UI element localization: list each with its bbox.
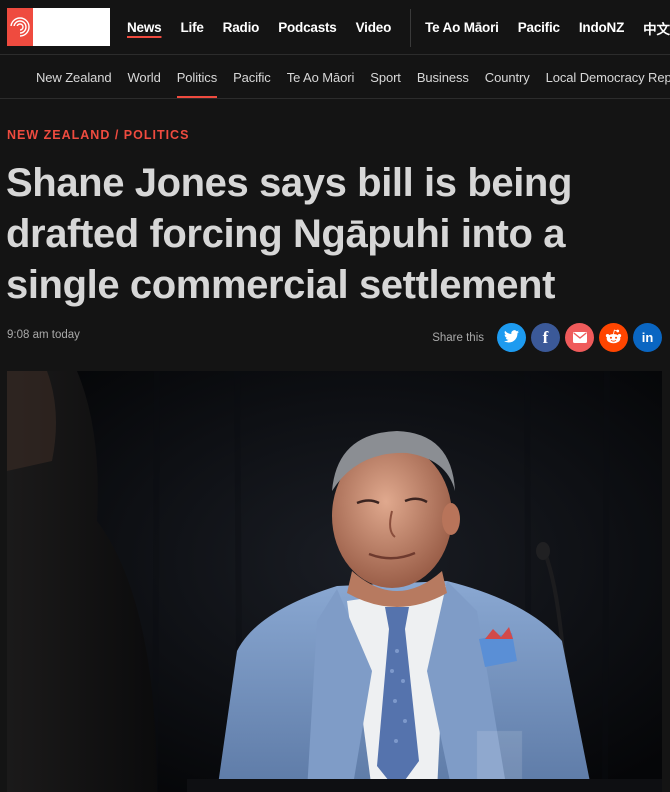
nav-life[interactable]: Life: [180, 20, 203, 35]
top-bar: News Life Radio Podcasts Video Te Ao Māo…: [0, 0, 670, 55]
rnz-logo-icon: [7, 8, 33, 46]
email-icon: [572, 330, 587, 346]
nav-news[interactable]: News: [127, 20, 162, 35]
nav-divider: [410, 8, 412, 47]
subnav-sport[interactable]: Sport: [370, 56, 401, 98]
subnav-local-democracy[interactable]: Local Democracy Reporting: [546, 56, 670, 98]
facebook-icon: f: [542, 327, 549, 347]
subnav-business[interactable]: Business: [417, 56, 469, 98]
hero-photo-shane-jones: [7, 371, 662, 792]
nav-radio[interactable]: Radio: [223, 20, 260, 35]
subnav-pacific[interactable]: Pacific: [233, 56, 271, 98]
subnav-new-zealand[interactable]: New Zealand: [36, 56, 112, 98]
subnav-country[interactable]: Country: [485, 56, 530, 98]
share-twitter-button[interactable]: [497, 323, 526, 352]
subnav-te-ao-maori[interactable]: Te Ao Māori: [287, 56, 355, 98]
share-linkedin-button[interactable]: in: [633, 323, 662, 352]
linkedin-icon: in: [641, 330, 654, 345]
share-reddit-button[interactable]: [599, 323, 628, 352]
article-kicker[interactable]: NEW ZEALAND / POLITICS: [7, 128, 189, 142]
rnz-logo[interactable]: [7, 8, 110, 46]
article-headline: Shane Jones says bill is being drafted f…: [6, 161, 572, 307]
share-label: Share this: [432, 331, 484, 344]
share-email-button[interactable]: [565, 323, 594, 352]
reddit-icon: [605, 329, 622, 347]
section-nav: New Zealand World Politics Pacific Te Ao…: [0, 56, 670, 99]
nav-video[interactable]: Video: [356, 20, 392, 35]
primary-nav: News Life Radio Podcasts Video Te Ao Māo…: [127, 0, 670, 55]
nav-te-ao-maori[interactable]: Te Ao Māori: [425, 20, 499, 35]
nav-podcasts[interactable]: Podcasts: [278, 20, 337, 35]
nav-pacific[interactable]: Pacific: [518, 20, 560, 35]
article-timestamp: 9:08 am today: [7, 329, 80, 341]
share-facebook-button[interactable]: f: [531, 323, 560, 352]
subnav-world[interactable]: World: [128, 56, 161, 98]
twitter-icon: [504, 329, 519, 346]
nav-indonz[interactable]: IndoNZ: [579, 20, 624, 35]
subnav-politics[interactable]: Politics: [176, 56, 218, 98]
nav-chinese[interactable]: 中文: [643, 18, 670, 38]
article-hero-image: [7, 371, 662, 792]
share-bar: Share this f in: [432, 323, 662, 352]
